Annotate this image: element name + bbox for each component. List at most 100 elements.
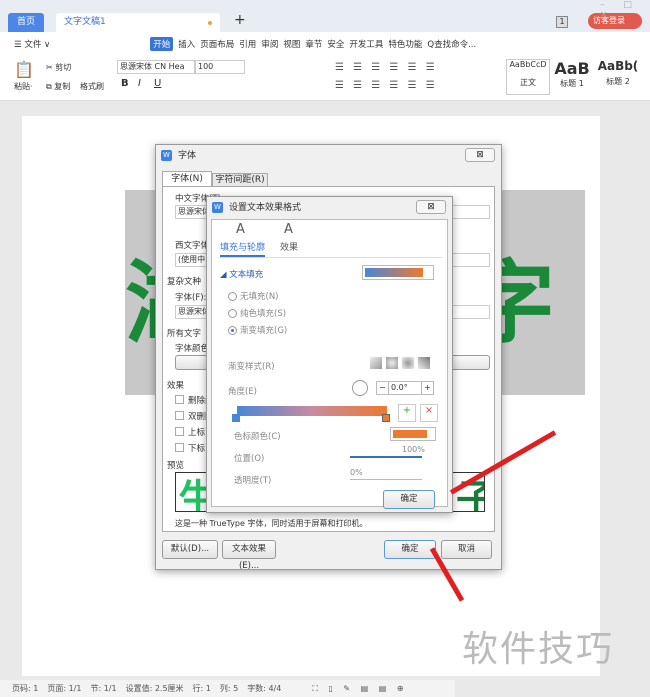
- cancel-button[interactable]: 取消: [441, 540, 492, 559]
- menu-insert[interactable]: 插入: [178, 38, 195, 50]
- position-label: 位置(O): [234, 454, 265, 464]
- tab-fill-outline[interactable]: 填充与轮廓: [220, 240, 266, 257]
- status-page-number: 页码: 1: [12, 684, 39, 693]
- search-command[interactable]: Q查找命令...: [427, 38, 476, 50]
- remove-stop-icon[interactable]: ×: [420, 404, 438, 422]
- gradient-style-label: 渐变样式(R): [228, 362, 275, 372]
- status-pages: 页面: 1/1: [47, 684, 82, 693]
- fill-color-dropdown[interactable]: [362, 265, 434, 280]
- italic-button[interactable]: I: [138, 78, 141, 89]
- menu-section[interactable]: 章节: [305, 38, 322, 50]
- paragraph-tools[interactable]: ☰ ☰ ☰ ☰ ☰ ☰: [335, 62, 438, 73]
- font-label: 字体(F):: [175, 293, 207, 303]
- ok-button[interactable]: 确定: [384, 540, 436, 559]
- tab-spacing[interactable]: 字符间距(R): [212, 173, 268, 186]
- format-painter-button[interactable]: 格式刷: [80, 81, 104, 92]
- style-heading-2[interactable]: AaBb( 标题 2: [594, 59, 642, 95]
- cut-button[interactable]: ✂ 剪切: [46, 62, 71, 73]
- menu-bar: ☰ 文件 ∨ 开始 插入 页面布局 引用 审阅 视图 章节 安全 开发工具 特色…: [0, 32, 650, 56]
- effect-dialog-titlebar: W 设置文本效果格式 ⊠: [207, 197, 452, 219]
- transparency-label: 透明度(T): [234, 476, 272, 486]
- style-preview: AaBb(: [597, 59, 639, 73]
- menu-file[interactable]: ☰ 文件 ∨: [14, 38, 50, 50]
- menu-view[interactable]: 视图: [283, 38, 300, 50]
- gradient-fill-radio[interactable]: 渐变填充(G): [228, 324, 287, 336]
- tab-home[interactable]: 首页: [8, 13, 44, 32]
- style-preview: AaB: [554, 59, 590, 78]
- paste-button[interactable]: 粘贴·: [14, 81, 33, 92]
- style-label: 标题 2: [606, 77, 630, 86]
- close-button[interactable]: ⊠: [465, 148, 495, 162]
- status-column: 列: 5: [219, 684, 239, 693]
- wps-icon: W: [161, 150, 172, 161]
- style-preview: AaBbCcD: [509, 60, 547, 69]
- window-count[interactable]: 1: [556, 16, 568, 28]
- effect-ok-button[interactable]: 确定: [383, 490, 435, 509]
- font-color-label: 字体颜色: [175, 344, 210, 354]
- angle-stepper[interactable]: −0.0° +: [376, 381, 434, 395]
- effects-label: 效果: [167, 381, 185, 391]
- no-fill-radio[interactable]: 无填充(N): [228, 290, 279, 302]
- menu-layout[interactable]: 页面布局: [200, 38, 234, 50]
- copy-button[interactable]: ⧉ 复制: [46, 81, 70, 92]
- stop-color-dropdown[interactable]: [390, 427, 436, 441]
- position-slider[interactable]: [350, 456, 422, 458]
- gradient-style-options[interactable]: [370, 357, 430, 369]
- angle-value[interactable]: 0.0°: [389, 382, 421, 394]
- text-effect-dialog: W 设置文本效果格式 ⊠ A 填充与轮廓 A 效果 ◢ 文本填充 无填充(N) 纯色…: [206, 196, 453, 513]
- menu-review[interactable]: 审阅: [261, 38, 278, 50]
- menu-special[interactable]: 特色功能: [388, 38, 422, 50]
- superscript-checkbox[interactable]: [175, 427, 184, 436]
- alignment-tools[interactable]: ☰ ☰ ☰ ☰ ☰ ☰: [335, 80, 438, 91]
- new-tab-button[interactable]: +: [234, 12, 246, 28]
- subscript-checkbox[interactable]: [175, 443, 184, 452]
- superscript-label: 上标: [188, 428, 206, 438]
- menu-home[interactable]: 开始: [150, 37, 174, 51]
- wps-icon: W: [212, 202, 223, 213]
- text-effects-button[interactable]: 文本效果(E)...: [222, 540, 276, 571]
- paste-icon[interactable]: 📋: [14, 60, 34, 79]
- solid-fill-radio[interactable]: 纯色填充(S): [228, 307, 286, 319]
- tab-document-label: 文字文稿1: [64, 17, 106, 27]
- status-row: 行: 1: [192, 684, 211, 693]
- complex-script-label: 复杂文种: [167, 277, 202, 287]
- tab-effects[interactable]: 效果: [280, 240, 298, 253]
- angle-dial[interactable]: [352, 380, 368, 396]
- menu-security[interactable]: 安全: [327, 38, 344, 50]
- divider: [220, 257, 442, 258]
- gradient-stop-end[interactable]: [382, 414, 390, 422]
- close-button[interactable]: ⊠: [416, 200, 446, 214]
- status-section: 节: 1/1: [90, 684, 117, 693]
- truetype-note: 这是一种 TrueType 字体，同时适用于屏幕和打印机。: [175, 519, 368, 528]
- underline-button[interactable]: U: [154, 78, 161, 89]
- transparency-slider[interactable]: [350, 479, 422, 480]
- gradient-stop-start[interactable]: [232, 414, 240, 422]
- status-word-count[interactable]: 字数: 4/4: [247, 683, 281, 694]
- strikethrough-checkbox[interactable]: [175, 395, 184, 404]
- fill-outline-icon: A: [236, 222, 245, 237]
- tab-document[interactable]: 文字文稿1: [56, 13, 220, 32]
- style-normal[interactable]: AaBbCcD 正文: [506, 59, 550, 95]
- add-stop-icon[interactable]: +: [398, 404, 416, 422]
- subscript-label: 下标: [188, 444, 206, 454]
- gradient-bar[interactable]: [237, 406, 387, 416]
- watermark: 软件技巧: [462, 629, 615, 670]
- all-text-label: 所有文字: [167, 329, 202, 339]
- dialog-title: 设置文本效果格式: [229, 203, 302, 213]
- west-font-label: 西文字体: [175, 241, 210, 251]
- style-label: 标题 1: [560, 79, 584, 88]
- font-size-select[interactable]: 100: [195, 60, 245, 74]
- menu-references[interactable]: 引用: [239, 38, 256, 50]
- window-controls[interactable]: – □ ×: [600, 0, 650, 20]
- text-fill-section[interactable]: ◢ 文本填充: [220, 268, 263, 280]
- dialog-title: 字体: [178, 151, 197, 161]
- font-name-select[interactable]: 思源宋体 CN Hea: [117, 60, 195, 74]
- menu-developer[interactable]: 开发工具: [349, 38, 383, 50]
- view-mode-icons[interactable]: ⛶ ▯ ✎ ▤ ▤ ⊕: [312, 684, 407, 694]
- font-dialog-titlebar: W 字体 ⊠: [156, 145, 501, 167]
- double-strikethrough-checkbox[interactable]: [175, 411, 184, 420]
- tab-font[interactable]: 字体(N): [162, 171, 212, 186]
- default-button[interactable]: 默认(D)...: [162, 540, 218, 559]
- style-heading-1[interactable]: AaB 标题 1: [552, 59, 592, 95]
- bold-button[interactable]: B: [121, 78, 129, 89]
